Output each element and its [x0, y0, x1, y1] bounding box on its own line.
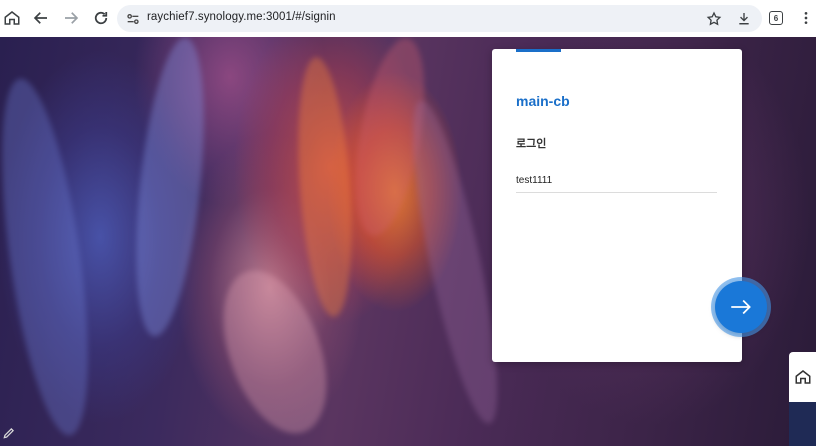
background-streak: [124, 37, 216, 340]
reload-icon: [94, 11, 108, 25]
login-card: main-cb 로그인: [492, 49, 742, 362]
more-vertical-icon: [804, 12, 808, 24]
address-bar[interactable]: raychief7.synology.me:3001/#/signin: [117, 5, 762, 32]
username-input[interactable]: [516, 169, 717, 193]
home-icon: [4, 11, 20, 25]
site-info-button[interactable]: [123, 9, 143, 29]
download-button[interactable]: [734, 9, 754, 29]
arrow-right-icon: [65, 12, 79, 24]
star-icon: [706, 11, 722, 26]
background-streak: [290, 55, 360, 319]
next-button[interactable]: [715, 281, 767, 333]
pen-icon: [3, 428, 14, 439]
back-button[interactable]: [29, 6, 53, 30]
arrow-right-icon: [731, 299, 751, 315]
background-streak: [0, 73, 105, 441]
browser-toolbar: raychief7.synology.me:3001/#/signin 6: [0, 0, 816, 37]
tab-count: 6: [773, 13, 779, 23]
home-button[interactable]: [0, 6, 24, 30]
home-icon: [795, 370, 810, 384]
login-title: 로그인: [516, 137, 547, 150]
floating-panel-edge: [789, 402, 816, 446]
app-name: main-cb: [516, 93, 570, 109]
download-icon: [739, 13, 749, 25]
url-text[interactable]: raychief7.synology.me:3001/#/signin: [147, 11, 336, 23]
card-accent-bar: [516, 49, 561, 52]
browser-menu-button[interactable]: [797, 7, 815, 29]
floating-home-button[interactable]: [789, 352, 816, 402]
forward-button[interactable]: [59, 6, 83, 30]
bookmark-button[interactable]: [704, 9, 724, 29]
tab-switcher-button[interactable]: 6: [769, 11, 783, 25]
reload-button[interactable]: [89, 6, 113, 30]
tune-icon: [127, 14, 139, 24]
edit-button[interactable]: [2, 426, 16, 440]
arrow-left-icon: [33, 12, 47, 24]
